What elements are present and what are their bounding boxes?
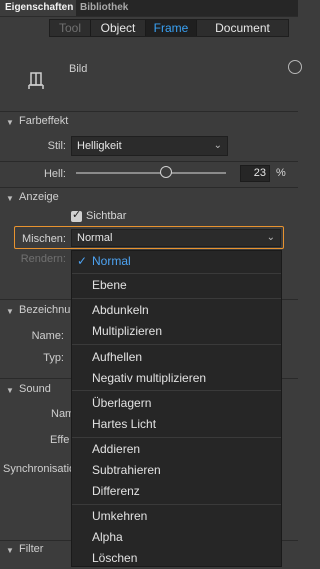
menu-separator [72, 273, 281, 274]
sichtbar-checkbox[interactable]: ✓ [71, 209, 82, 222]
section-title-sound: Sound [19, 383, 51, 395]
section-collapse-icon[interactable]: ▼ [6, 118, 14, 127]
mischen-dropdown[interactable]: Normal ⌄ [71, 229, 281, 247]
mischen-label: Mischen: [21, 233, 66, 245]
menu-separator [72, 437, 281, 438]
section-title-farbeffekt: Farbeffekt [19, 115, 69, 127]
section-title-anzeige: Anzeige [19, 191, 59, 203]
chevron-down-icon: ⌄ [213, 140, 222, 151]
section-title-filter: Filter [19, 543, 44, 555]
menu-separator [72, 390, 281, 391]
hell-slider-thumb[interactable] [160, 166, 172, 178]
section-collapse-icon[interactable]: ▼ [6, 194, 14, 203]
segment-object[interactable]: Object [91, 20, 145, 36]
stil-dropdown[interactable]: Helligkeit ⌄ [71, 136, 228, 156]
section-collapse-icon[interactable]: ▼ [6, 307, 14, 316]
divider [0, 187, 298, 188]
synchronisation-label: Synchronisatio [3, 463, 76, 475]
chevron-down-icon: ⌄ [266, 232, 275, 243]
divider [0, 111, 298, 112]
percent-unit: % [276, 167, 286, 179]
menu-item-loeschen[interactable]: Löschen [72, 548, 281, 569]
hell-label: Hell: [43, 168, 66, 180]
section-collapse-icon[interactable]: ▼ [6, 546, 14, 555]
menu-separator [72, 504, 281, 505]
menu-item-multiplizieren[interactable]: Multiplizieren [72, 321, 281, 342]
divider [0, 16, 298, 17]
menu-item-addieren[interactable]: Addieren [72, 439, 281, 460]
menu-item-differenz[interactable]: Differenz [72, 481, 281, 502]
segment-document[interactable]: Document [197, 20, 288, 36]
menu-separator [72, 344, 281, 345]
typ-label: Typ: [43, 352, 64, 364]
segment-tool: Tool [58, 21, 81, 35]
menu-item-normal[interactable]: ✓ Normal [72, 251, 281, 272]
swap-symbol-icon[interactable] [288, 60, 302, 74]
check-icon: ✓ [77, 254, 88, 268]
tab-eigenschaften[interactable]: Eigenschaften [0, 0, 76, 16]
menu-separator [72, 298, 281, 299]
graphic-symbol-icon [28, 72, 44, 89]
rendern-label: Rendern: [20, 253, 66, 265]
hell-value-input[interactable]: 23 [240, 165, 270, 182]
name-label: Name: [31, 330, 64, 342]
section-title-bezeichnung: Bezeichnun [19, 304, 77, 316]
divider [0, 161, 298, 162]
hell-slider-track[interactable] [76, 172, 226, 174]
menu-item-abdunkeln[interactable]: Abdunkeln [72, 300, 281, 321]
segment-frame[interactable]: Frame [146, 20, 196, 36]
menu-item-subtrahieren[interactable]: Subtrahieren [72, 460, 281, 481]
section-collapse-icon[interactable]: ▼ [6, 386, 14, 395]
mischen-value: Normal [77, 232, 113, 244]
symbol-type-label: Bild [69, 63, 88, 75]
menu-item-negativ-multiplizieren[interactable]: Negativ multiplizieren [72, 368, 281, 389]
menu-item-alpha[interactable]: Alpha [72, 527, 281, 548]
checkmark-icon: ✓ [72, 209, 82, 221]
menu-item-aufhellen[interactable]: Aufhellen [72, 347, 281, 368]
stil-label: Stil: [47, 140, 66, 152]
menu-item-ebene[interactable]: Ebene [72, 275, 281, 296]
menu-item-hartes-licht[interactable]: Hartes Licht [72, 414, 281, 435]
menu-item-umkehren[interactable]: Umkehren [72, 506, 281, 527]
tab-bibliothek[interactable]: Bibliothek [80, 0, 128, 16]
menu-item-ueberlagern[interactable]: Überlagern [72, 393, 281, 414]
properties-segmented-control: Tool Object Frame Document [49, 19, 289, 37]
blend-mode-menu: ✓ Normal Ebene Abdunkeln Multiplizieren A… [71, 250, 282, 567]
stil-value: Helligkeit [77, 140, 122, 152]
sichtbar-label: Sichtbar [86, 210, 127, 222]
